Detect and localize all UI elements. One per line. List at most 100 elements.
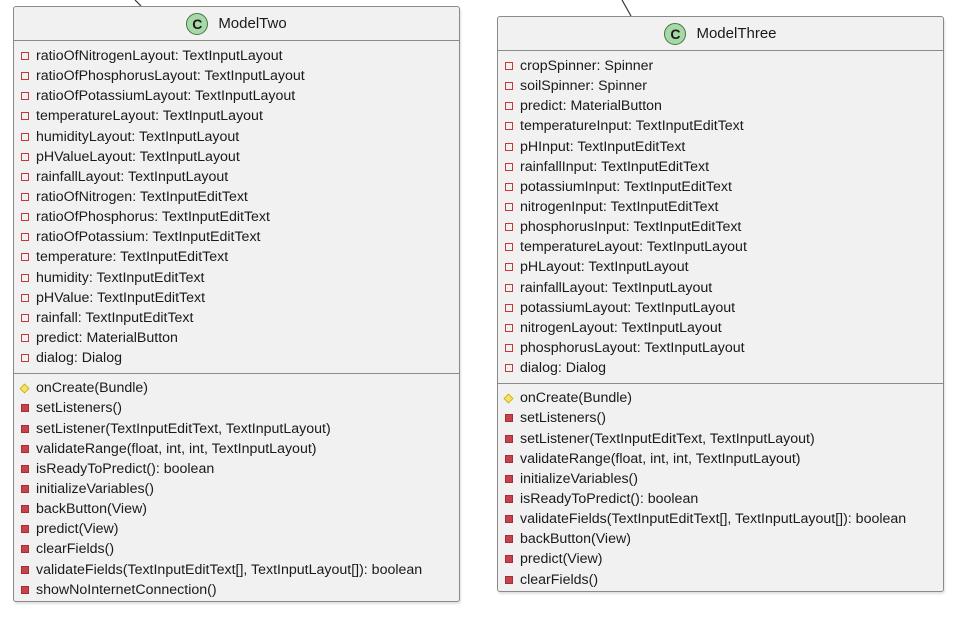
attribute-row: rainfallLayout: TextInputLayout [498, 278, 943, 298]
protected-method-icon [19, 383, 30, 394]
attribute-text: temperatureInput: TextInputEditText [520, 118, 744, 135]
private-field-icon [505, 223, 513, 232]
private-field-icon [21, 334, 29, 343]
attribute-text: nitrogenLayout: TextInputLayout [520, 319, 722, 336]
private-field-icon [21, 313, 29, 322]
private-field-icon [505, 243, 513, 252]
private-field-icon [21, 233, 29, 242]
operation-text: onCreate(Bundle) [36, 380, 148, 397]
private-field-icon [505, 203, 513, 212]
operation-row: validateRange(float, int, int, TextInput… [498, 449, 943, 469]
operation-row: clearFields() [14, 539, 459, 559]
attribute-row: humidity: TextInputEditText [14, 268, 459, 288]
attribute-text: pHInput: TextInputEditText [520, 138, 686, 155]
operation-row: validateFields(TextInputEditText[], Text… [498, 509, 943, 529]
private-method-icon [505, 575, 513, 584]
private-field-icon [21, 132, 29, 141]
attribute-row: nitrogenInput: TextInputEditText [498, 197, 943, 217]
operation-row: setListeners() [498, 408, 943, 428]
operation-text: validateFields(TextInputEditText[], Text… [520, 511, 907, 528]
attribute-row: pHValue: TextInputEditText [14, 288, 459, 308]
private-method-icon [21, 545, 29, 554]
class-box-modelthree[interactable]: C ModelThree cropSpinner: Spinner soilSpi… [497, 16, 944, 592]
attribute-row: temperature: TextInputEditText [14, 247, 459, 267]
class-box-modeltwo[interactable]: C ModelTwo ratioOfNitrogenLayout: TextIn… [13, 6, 460, 602]
operation-row: onCreate(Bundle) [498, 388, 943, 408]
private-method-icon [21, 505, 29, 514]
attribute-row: rainfallLayout: TextInputLayout [14, 167, 459, 187]
operation-list: onCreate(Bundle) setListeners() setListene… [14, 374, 459, 600]
private-field-icon [505, 82, 513, 91]
private-field-icon [505, 142, 513, 151]
private-field-icon [505, 344, 513, 353]
attribute-row: dialog: Dialog [498, 358, 943, 378]
operation-row: setListeners() [14, 398, 459, 418]
private-field-icon [505, 283, 513, 292]
attribute-row: ratioOfPotassiumLayout: TextInputLayout [14, 86, 459, 106]
attribute-text: pHValue: TextInputEditText [36, 289, 206, 306]
class-header: C ModelThree [498, 17, 943, 51]
attribute-row: phosphorusLayout: TextInputLayout [498, 338, 943, 358]
operation-row: clearFields() [498, 570, 943, 590]
operation-text: setListeners() [520, 410, 606, 427]
attribute-row: temperatureLayout: TextInputLayout [498, 237, 943, 257]
operation-row: initializeVariables() [14, 479, 459, 499]
class-type-badge: C [664, 22, 687, 45]
attribute-text: ratioOfPotassium: TextInputEditText [36, 229, 261, 246]
attribute-row: potassiumLayout: TextInputLayout [498, 298, 943, 318]
operation-text: backButton(View) [36, 501, 147, 518]
attribute-row: ratioOfNitrogen: TextInputEditText [14, 187, 459, 207]
attribute-row: temperatureInput: TextInputEditText [498, 116, 943, 136]
private-method-icon [21, 444, 29, 453]
attribute-text: temperatureLayout: TextInputLayout [36, 108, 263, 125]
attribute-text: rainfall: TextInputEditText [36, 309, 194, 326]
operation-row: setListener(TextInputEditText, TextInput… [498, 429, 943, 449]
private-method-icon [505, 555, 513, 564]
operation-text: isReadyToPredict(): boolean [36, 460, 215, 477]
private-field-icon [21, 193, 29, 202]
attribute-row: ratioOfPhosphorusLayout: TextInputLayout [14, 66, 459, 86]
attribute-text: pHLayout: TextInputLayout [520, 259, 689, 276]
attribute-row: nitrogenLayout: TextInputLayout [498, 318, 943, 338]
private-field-icon [21, 172, 29, 181]
attribute-row: humidityLayout: TextInputLayout [14, 127, 459, 147]
operation-text: isReadyToPredict(): boolean [520, 491, 699, 508]
attribute-text: ratioOfPotassiumLayout: TextInputLayout [36, 88, 296, 105]
operation-text: clearFields() [36, 541, 115, 558]
private-field-icon [505, 102, 513, 111]
attribute-row: rainfallInput: TextInputEditText [498, 157, 943, 177]
operation-text: initializeVariables() [36, 481, 155, 498]
operation-row: predict(View) [14, 519, 459, 539]
attribute-row: ratioOfNitrogenLayout: TextInputLayout [14, 46, 459, 66]
private-field-icon [21, 273, 29, 282]
attribute-text: phosphorusInput: TextInputEditText [520, 219, 742, 236]
class-name: ModelThree [696, 25, 777, 42]
private-field-icon [21, 52, 29, 61]
attribute-row: phosphorusInput: TextInputEditText [498, 217, 943, 237]
attribute-row: ratioOfPhosphorus: TextInputEditText [14, 207, 459, 227]
operation-text: setListener(TextInputEditText, TextInput… [520, 430, 815, 447]
private-field-icon [505, 182, 513, 191]
operation-text: clearFields() [520, 571, 599, 588]
private-field-icon [505, 62, 513, 71]
connector-line-modelthree [621, 0, 632, 17]
attribute-row: pHValueLayout: TextInputLayout [14, 147, 459, 167]
attribute-text: potassiumInput: TextInputEditText [520, 178, 732, 195]
attribute-text: temperature: TextInputEditText [36, 249, 229, 266]
operation-row: isReadyToPredict(): boolean [14, 459, 459, 479]
private-field-icon [21, 152, 29, 161]
attribute-text: predict: MaterialButton [36, 330, 178, 347]
attribute-text: ratioOfPhosphorusLayout: TextInputLayout [36, 68, 305, 85]
operation-text: onCreate(Bundle) [520, 390, 632, 407]
private-method-icon [21, 464, 29, 473]
operation-row: backButton(View) [14, 499, 459, 519]
operation-row: setListener(TextInputEditText, TextInput… [14, 419, 459, 439]
private-method-icon [21, 525, 29, 534]
private-method-icon [21, 585, 29, 594]
private-field-icon [21, 92, 29, 101]
attribute-row: soilSpinner: Spinner [498, 76, 943, 96]
class-type-badge: C [186, 12, 209, 35]
private-method-icon [505, 535, 513, 544]
attribute-text: ratioOfPhosphorus: TextInputEditText [36, 209, 270, 226]
attribute-list: cropSpinner: Spinner soilSpinner: Spinner… [498, 51, 943, 385]
